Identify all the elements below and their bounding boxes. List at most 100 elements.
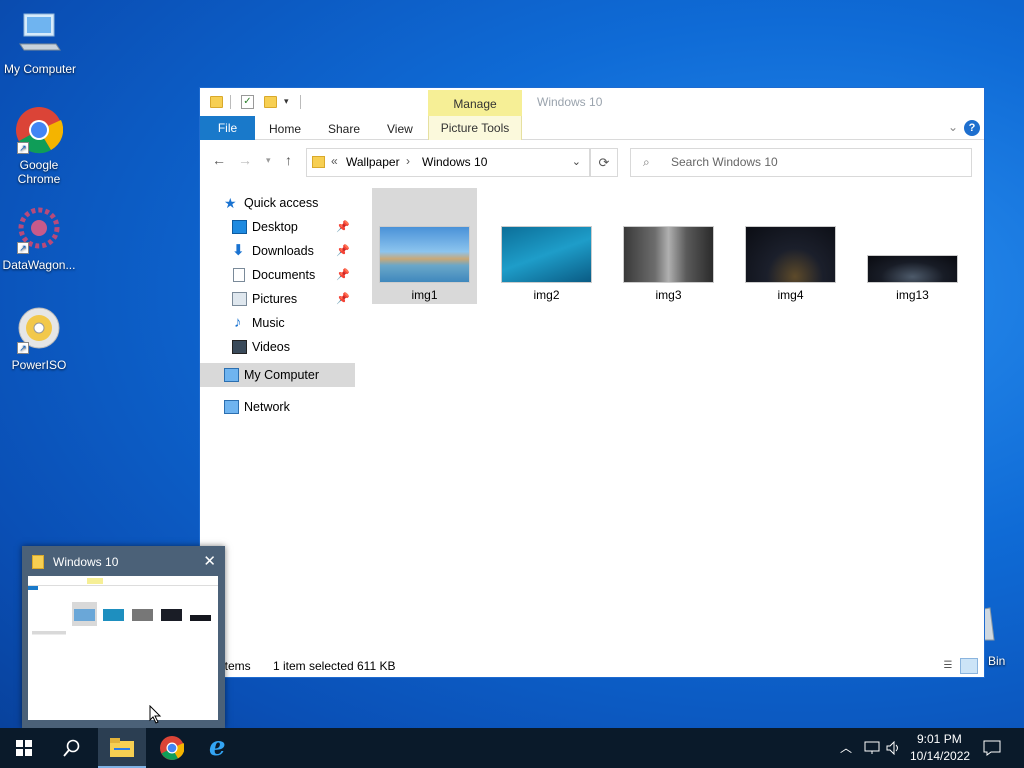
computer-icon <box>16 10 64 58</box>
clock-time[interactable]: 9:01 PM <box>917 732 962 746</box>
thumbnail <box>379 226 470 283</box>
desktop-icon-my-computer[interactable]: My Computer <box>0 10 80 76</box>
details-view-icon[interactable]: ☰ <box>940 658 956 674</box>
file-name: img2 <box>533 288 560 302</box>
file-item-img2[interactable]: img2 <box>494 188 599 304</box>
back-arrow-icon[interactable]: ← <box>212 152 226 168</box>
desktop-icon-label: PowerISO <box>11 358 67 372</box>
network-icon <box>224 400 239 414</box>
file-explorer-window: ✓ ▾ Manage Windows 10 File Home Share Vi… <box>199 87 985 678</box>
mini-ribbon <box>28 578 218 590</box>
nav-label: Desktop <box>252 220 298 234</box>
show-hidden-icons[interactable]: ︿ <box>840 739 852 756</box>
desktop-icon-label: Google Chrome <box>17 158 61 186</box>
preview-title: Windows 10 <box>53 555 119 569</box>
desktop-icon <box>232 220 247 234</box>
address-dropdown-icon[interactable]: ⌄ <box>572 155 581 168</box>
nav-pictures[interactable]: Pictures 📌 <box>232 287 354 311</box>
search-input[interactable]: ⌕ Search Windows 10 <box>630 148 972 177</box>
nav-label: Videos <box>252 340 290 354</box>
desktop-icon-datawagon[interactable]: ↗ DataWagon... <box>0 206 79 272</box>
nav-label: Pictures <box>252 292 298 306</box>
thumbnail <box>745 226 836 283</box>
mini-thumbnail <box>190 615 211 621</box>
star-icon: ★ <box>224 195 237 211</box>
address-overflow[interactable]: « <box>331 154 338 168</box>
thumbnail <box>623 226 714 283</box>
recent-locations-icon[interactable]: ▾ <box>266 155 271 166</box>
pin-icon: 📌 <box>336 269 350 281</box>
notifications-icon[interactable] <box>983 740 1001 756</box>
pin-icon: 📌 <box>336 245 350 257</box>
chrome-icon <box>160 736 184 760</box>
folder-icon <box>210 96 223 108</box>
tab-manage[interactable]: Manage <box>428 90 522 116</box>
breadcrumb-windows-10[interactable]: Windows 10 <box>422 155 487 169</box>
status-size: 611 KB <box>357 659 396 673</box>
file-item-img1[interactable]: img1 <box>372 188 477 304</box>
document-icon <box>233 268 245 282</box>
network-icon[interactable] <box>864 741 880 755</box>
breadcrumb-wallpaper[interactable]: Wallpaper <box>346 155 400 169</box>
start-button[interactable] <box>0 728 48 768</box>
taskbar: e ︿ 9:01 PM 10/14/2022 <box>0 728 1024 768</box>
file-name: img13 <box>896 288 929 302</box>
music-icon: ♪ <box>234 314 242 331</box>
pin-icon: 📌 <box>336 293 350 305</box>
up-arrow-icon[interactable]: ↑ <box>285 152 292 168</box>
nav-quick-access[interactable]: ★ Quick access <box>224 191 354 215</box>
nav-videos[interactable]: Videos <box>232 335 354 359</box>
mini-file-tab <box>28 586 38 590</box>
forward-arrow-icon[interactable]: → <box>238 152 252 168</box>
address-bar[interactable]: « Wallpaper › Windows 10 ⌄ <box>306 148 590 177</box>
folder-icon <box>32 555 44 569</box>
help-icon[interactable]: ? <box>964 120 980 136</box>
nav-label: Downloads <box>252 244 314 258</box>
tab-picture-tools[interactable]: Picture Tools <box>428 116 522 140</box>
nav-documents[interactable]: Documents 📌 <box>232 263 354 287</box>
tab-home[interactable]: Home <box>269 116 301 140</box>
mini-thumbnail <box>103 609 124 621</box>
mini-manage-tab <box>87 578 103 584</box>
nav-my-computer[interactable]: My Computer <box>200 363 355 387</box>
tab-view[interactable]: View <box>387 116 413 140</box>
ribbon-tabs: File Home Share View ⌄ ? <box>200 116 984 140</box>
tab-file[interactable]: File <box>200 116 255 140</box>
divider <box>230 95 231 109</box>
desktop-icon-label: DataWagon... <box>2 258 76 272</box>
recycle-bin-label: Bin <box>988 654 1006 668</box>
nav-label: Network <box>244 400 290 414</box>
properties-icon[interactable]: ✓ <box>241 95 254 109</box>
taskbar-chrome[interactable] <box>148 728 196 768</box>
large-icons-view-icon[interactable] <box>960 658 978 674</box>
nav-label: Documents <box>252 268 316 282</box>
taskbar-file-explorer[interactable] <box>98 728 146 768</box>
file-name: img3 <box>655 288 682 302</box>
nav-music[interactable]: ♪ Music <box>232 311 354 335</box>
clock-date[interactable]: 10/14/2022 <box>910 749 970 763</box>
videos-icon <box>232 340 247 354</box>
nav-downloads[interactable]: ⬇ Downloads 📌 <box>232 239 354 263</box>
desktop-icon-chrome[interactable]: ↗ Google Chrome <box>0 106 79 186</box>
tab-share[interactable]: Share <box>328 116 360 140</box>
desktop-icon-poweriso[interactable]: ↗ PowerISO <box>0 306 79 372</box>
refresh-button[interactable]: ⟳ <box>590 148 618 177</box>
poweriso-icon: ↗ <box>15 306 63 354</box>
chrome-icon: ↗ <box>15 106 64 154</box>
volume-icon[interactable] <box>886 741 902 755</box>
new-folder-icon[interactable] <box>264 96 277 108</box>
divider <box>300 95 301 109</box>
datawagon-icon: ↗ <box>15 206 63 254</box>
search-button[interactable] <box>48 728 96 768</box>
expand-ribbon-icon[interactable]: ⌄ <box>948 120 958 134</box>
taskbar-preview[interactable]: Windows 10 ✕ <box>22 546 225 728</box>
nav-network[interactable]: Network <box>224 395 354 419</box>
file-item-img4[interactable]: img4 <box>738 188 843 304</box>
status-bar: items 1 item selected 611 KB ☰ <box>200 655 984 677</box>
customize-qat-icon[interactable]: ▾ <box>284 96 289 107</box>
taskbar-internet-explorer[interactable]: e <box>197 728 245 768</box>
file-item-img13[interactable]: img13 <box>860 188 965 304</box>
file-item-img3[interactable]: img3 <box>616 188 721 304</box>
nav-desktop[interactable]: Desktop 📌 <box>232 215 354 239</box>
preview-close-button[interactable]: ✕ <box>203 552 216 570</box>
